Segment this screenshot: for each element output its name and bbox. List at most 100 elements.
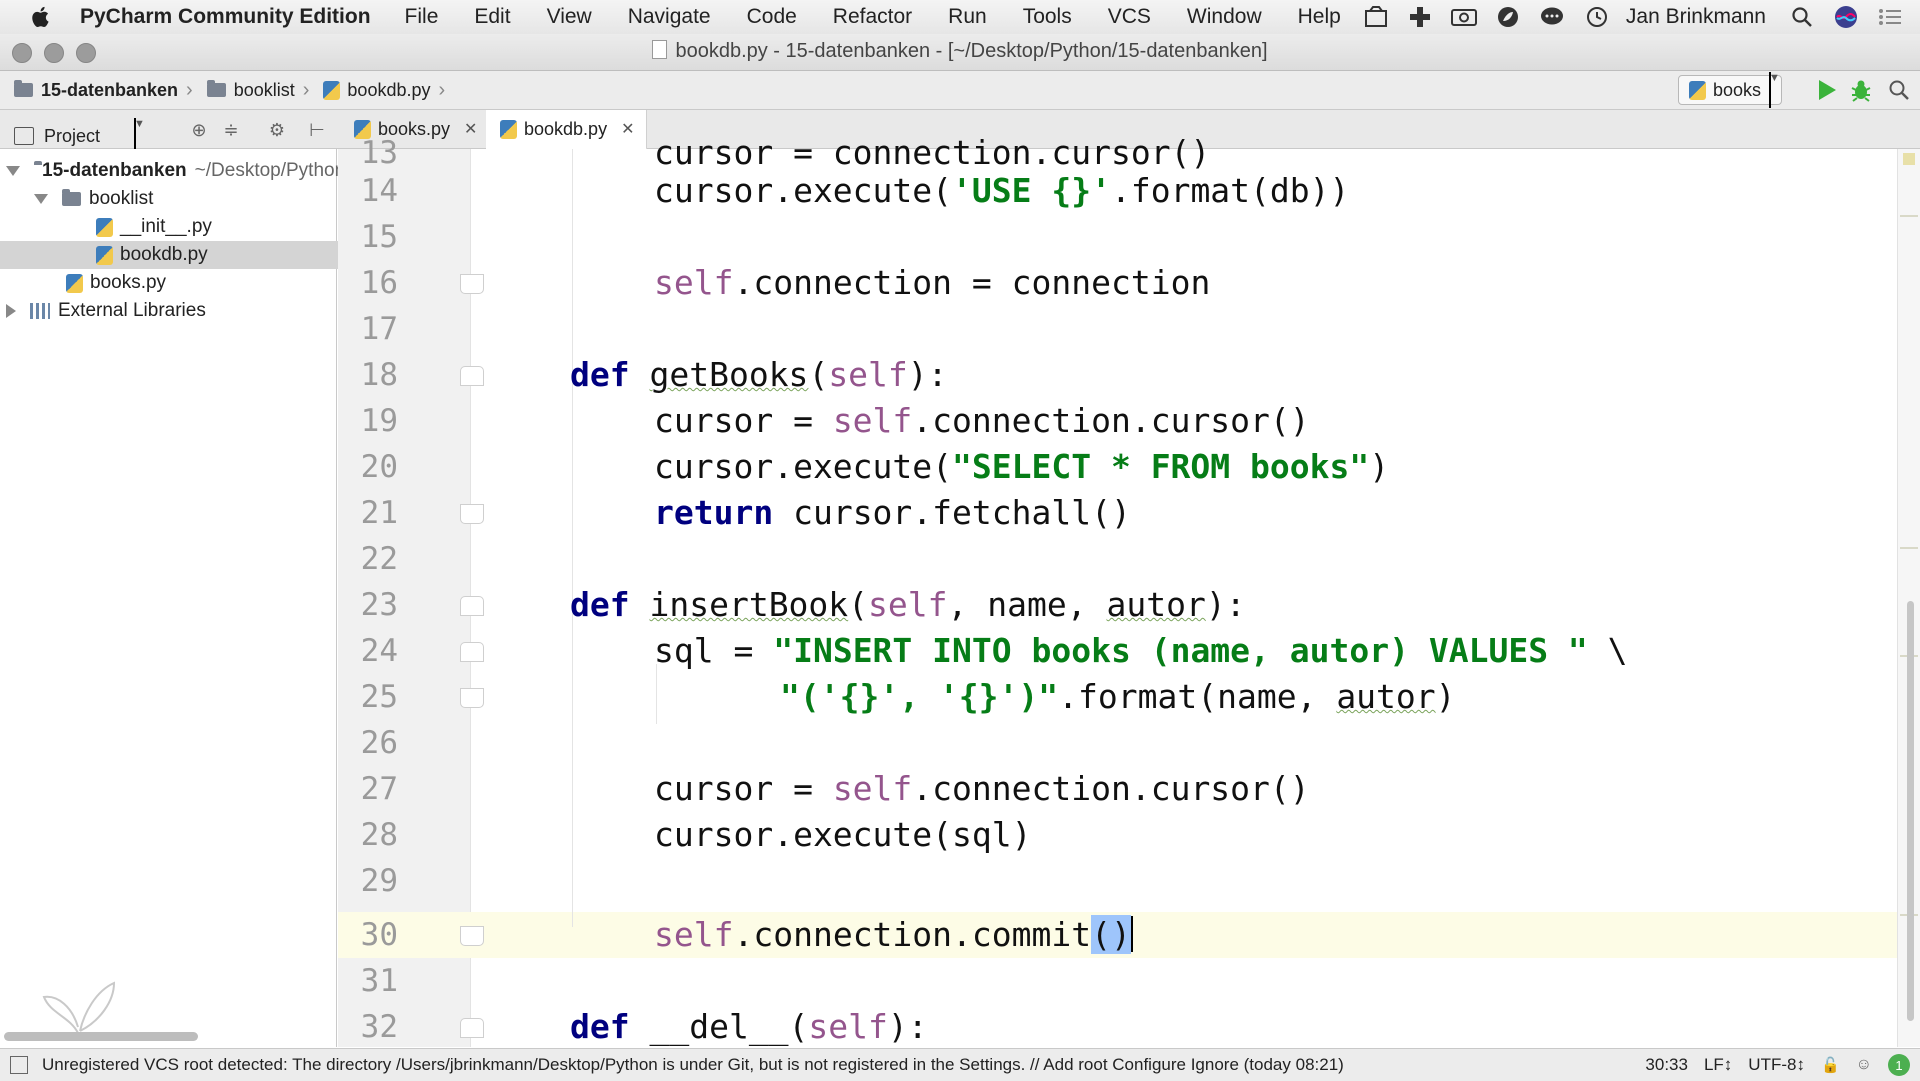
breadcrumb-separator: › <box>438 78 446 101</box>
error-stripe[interactable] <box>1897 149 1920 1047</box>
tree-item-root[interactable]: 15-datenbanken~/Desktop/Python/15-datenb… <box>0 157 342 185</box>
close-icon[interactable]: ✕ <box>621 119 634 139</box>
expand-arrow-icon[interactable] <box>34 194 48 204</box>
user-name[interactable]: Jan Brinkmann <box>1626 5 1766 29</box>
status-message[interactable]: Unregistered VCS root detected: The dire… <box>42 1055 1344 1075</box>
video-camera-icon[interactable] <box>1450 5 1478 29</box>
line-number: 22 <box>360 541 398 577</box>
menu-navigate[interactable]: Navigate <box>628 5 711 29</box>
navigation-bar: 15-datenbanken › booklist › bookdb.py › … <box>0 71 1920 110</box>
library-icon <box>30 303 50 319</box>
breadcrumb-separator: › <box>186 78 193 101</box>
line-number: 32 <box>360 1009 398 1045</box>
collapse-icon[interactable]: ≑ <box>220 119 242 141</box>
fold-marker[interactable] <box>460 596 484 616</box>
caret-position[interactable]: 30:33 <box>1645 1055 1688 1075</box>
code-line-24: sql = "INSERT INTO books (name, autor) V… <box>654 631 1628 670</box>
leaf-app-icon[interactable] <box>1494 5 1522 29</box>
menu-vcs[interactable]: VCS <box>1108 5 1151 29</box>
code-line-23: def insertBook(self, name, autor): <box>570 585 1246 624</box>
line-number: 27 <box>360 771 398 807</box>
inspection-status-icon[interactable] <box>1903 153 1915 165</box>
menu-refactor[interactable]: Refactor <box>833 5 912 29</box>
hector-icon[interactable]: ☺ <box>1856 1056 1872 1074</box>
menu-window[interactable]: Window <box>1187 5 1262 29</box>
tree-item-booklist[interactable]: booklist <box>0 185 370 213</box>
fold-marker[interactable] <box>460 504 484 524</box>
search-everywhere-button[interactable] <box>1886 77 1912 103</box>
fold-marker[interactable] <box>460 366 484 386</box>
spotlight-icon[interactable] <box>1788 5 1816 29</box>
fold-marker[interactable] <box>460 926 484 946</box>
line-number: 14 <box>360 173 398 209</box>
code-line-14: cursor.execute('USE {}'.format(db)) <box>654 171 1350 210</box>
line-separator[interactable]: LF↕ <box>1704 1055 1732 1075</box>
breadcrumb-project[interactable]: 15-datenbanken <box>14 80 178 101</box>
target-icon[interactable]: ⊕ <box>188 119 210 141</box>
line-number: 21 <box>360 495 398 531</box>
menu-tools[interactable]: Tools <box>1023 5 1072 29</box>
time-machine-icon[interactable] <box>1582 5 1610 29</box>
run-button[interactable] <box>1814 77 1840 103</box>
file-encoding[interactable]: UTF-8↕ <box>1748 1055 1805 1075</box>
apple-icon[interactable] <box>28 4 54 30</box>
code-line-19: cursor = self.connection.cursor() <box>654 401 1310 440</box>
line-number: 26 <box>360 725 398 761</box>
fold-marker[interactable] <box>460 1018 484 1038</box>
hide-panel-icon[interactable]: ⊢ <box>306 119 328 141</box>
window-title-bar: bookdb.py - 15-datenbanken - [~/Desktop/… <box>0 34 1920 71</box>
app-name[interactable]: PyCharm Community Edition <box>80 5 371 29</box>
horizontal-scrollbar[interactable] <box>4 1032 198 1041</box>
expand-arrow-icon[interactable] <box>6 166 20 176</box>
plus-extension-icon[interactable] <box>1406 5 1434 29</box>
menu-view[interactable]: View <box>547 5 592 29</box>
collapsed-arrow-icon[interactable] <box>6 304 16 318</box>
python-file-icon <box>500 119 517 139</box>
folder-icon <box>62 189 81 206</box>
breadcrumb-separator: › <box>302 78 310 101</box>
code-line-28: cursor.execute(sql) <box>654 815 1032 854</box>
fold-marker[interactable] <box>460 688 484 708</box>
menu-file[interactable]: File <box>405 5 439 29</box>
notification-center-icon[interactable] <box>1876 5 1904 29</box>
gear-icon[interactable]: ⚙ <box>266 119 288 141</box>
toggle-tool-windows-icon[interactable] <box>10 1056 28 1074</box>
code-line-25: "('{}', '{}')".format(name, autor) <box>780 677 1456 716</box>
chevron-down-icon: ▼ <box>1769 72 1780 108</box>
indent-guide <box>572 149 573 927</box>
fold-marker[interactable] <box>460 274 484 294</box>
python-run-config-icon <box>1688 80 1706 100</box>
run-configuration-select[interactable]: books ▼ <box>1677 72 1782 108</box>
code-line-20: cursor.execute("SELECT * FROM books") <box>654 447 1390 486</box>
line-number: 18 <box>360 357 398 393</box>
screenflow-icon[interactable] <box>1362 5 1390 29</box>
chat-bubble-icon[interactable] <box>1538 5 1566 29</box>
line-number: 29 <box>360 863 398 899</box>
siri-icon[interactable] <box>1832 5 1860 29</box>
line-number: 19 <box>360 403 398 439</box>
stripe-mark[interactable] <box>1900 547 1918 549</box>
lock-icon[interactable]: 🔓 <box>1821 1056 1840 1074</box>
tab-bookdb-py[interactable]: bookdb.py ✕ <box>486 110 648 151</box>
run-icon <box>1819 80 1836 100</box>
folder-icon <box>206 80 226 97</box>
close-icon[interactable]: ✕ <box>464 119 477 139</box>
breadcrumb-file[interactable]: bookdb.py <box>323 80 431 101</box>
code-line-27: cursor = self.connection.cursor() <box>654 769 1310 808</box>
menu-help[interactable]: Help <box>1298 5 1341 29</box>
event-log-badge[interactable]: 1 <box>1888 1054 1910 1076</box>
menu-code[interactable]: Code <box>747 5 797 29</box>
menu-run[interactable]: Run <box>948 5 987 29</box>
stripe-mark[interactable] <box>1900 215 1918 217</box>
line-number: 20 <box>360 449 398 485</box>
menu-edit[interactable]: Edit <box>474 5 510 29</box>
debug-button[interactable] <box>1848 77 1874 103</box>
tree-item-external-libraries[interactable]: External Libraries <box>0 297 342 325</box>
line-number: 16 <box>360 265 398 301</box>
code-line-16: self.connection = connection <box>654 263 1211 302</box>
fold-marker[interactable] <box>460 642 484 662</box>
line-number: 24 <box>360 633 398 669</box>
line-number: 25 <box>360 679 398 715</box>
vertical-scrollbar[interactable] <box>1907 601 1914 1021</box>
breadcrumb-booklist[interactable]: booklist <box>206 80 295 101</box>
